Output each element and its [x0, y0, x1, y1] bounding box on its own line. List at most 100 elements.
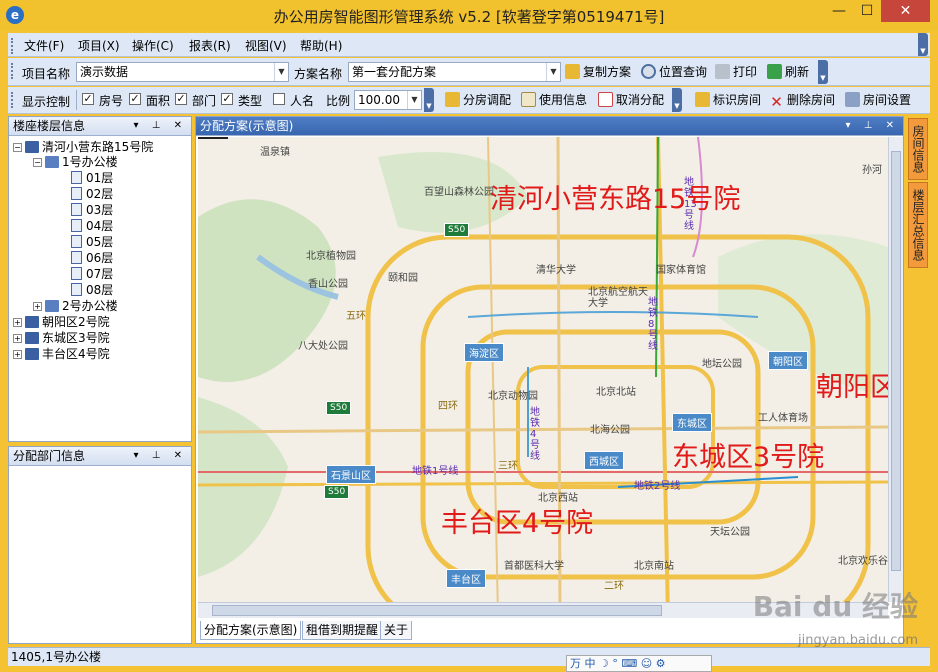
tree-label: 清河小营东路15号院	[42, 140, 154, 154]
room-number-checkbox[interactable]: ✓	[82, 93, 94, 105]
display-control-label: 显示控制	[22, 95, 71, 109]
tree-node-floor[interactable]: 02层	[71, 187, 113, 202]
tree-node-floor[interactable]: 03层	[71, 203, 113, 218]
building-icon	[45, 300, 59, 312]
tree-node-building1[interactable]: −1号办公楼	[33, 155, 118, 170]
tab-room-info[interactable]: 房间信息	[908, 118, 928, 180]
menu-report[interactable]: 报表(R)	[189, 37, 231, 54]
building-icon	[25, 141, 39, 153]
minimize-button[interactable]: —	[825, 0, 853, 22]
panel-controls[interactable]: ▾ ⊥ ✕	[134, 117, 187, 135]
person-name-checkbox[interactable]	[273, 93, 285, 105]
scale-select[interactable]: 100.00 ▼	[354, 90, 422, 110]
panel-controls[interactable]: ▾ ⊥ ✕	[134, 447, 187, 465]
ime-toolbar[interactable]: 万 中 ☽ ° ⌨ ☺ ⚙	[566, 655, 712, 672]
tree-node-root[interactable]: − 清河小营东路15号院	[13, 140, 153, 155]
room-settings-button[interactable]: 房间设置	[845, 89, 911, 111]
chevron-down-icon[interactable]: ▼	[274, 63, 288, 81]
copy-plan-button[interactable]: 复制方案	[565, 61, 631, 83]
delete-room-button[interactable]: ✕ 删除房间	[769, 89, 835, 111]
mark-room-button[interactable]: 标识房间	[695, 89, 761, 111]
chevron-down-icon[interactable]: ▼	[546, 63, 560, 81]
panel-header: 分配部门信息 ▾ ⊥ ✕	[9, 447, 191, 466]
usage-info-button[interactable]: 使用信息	[521, 89, 587, 111]
tree-node-floor[interactable]: 08层	[71, 283, 113, 298]
menu-file[interactable]: 文件(F)	[24, 37, 64, 54]
tab-allocation-map[interactable]: 分配方案(示意图)	[200, 621, 302, 640]
department-checkbox[interactable]: ✓	[175, 93, 187, 105]
refresh-button[interactable]: 刷新	[767, 61, 809, 83]
locate-label: 位置查询	[659, 65, 708, 79]
highway-shield: S50	[326, 401, 352, 415]
plan-name-select[interactable]: 第一套分配方案 ▼	[348, 62, 561, 82]
tree-node-floor[interactable]: 07层	[71, 267, 113, 282]
vertical-scroll-thumb[interactable]	[891, 151, 901, 571]
project-toolbar: 项目名称 演示数据 ▼ 方案名称 第一套分配方案 ▼ 复制方案 位置查询 打印 …	[8, 58, 930, 86]
tree-node-building2[interactable]: +2号办公楼	[33, 299, 118, 314]
floor-icon	[71, 219, 82, 232]
toolbar-overflow-button[interactable]: ▼	[424, 88, 434, 112]
floor-icon	[71, 283, 82, 296]
assign-room-button[interactable]: 分房调配	[445, 89, 511, 111]
tree-node-floor[interactable]: 01层	[71, 171, 113, 186]
area-checkbox[interactable]: ✓	[129, 93, 141, 105]
project-name-select[interactable]: 演示数据 ▼	[76, 62, 289, 82]
tree-node-site[interactable]: + 丰台区4号院	[13, 347, 110, 362]
vertical-scrollbar[interactable]	[888, 137, 903, 602]
place-label: 香山公园	[308, 279, 348, 290]
tree-node-floor[interactable]: 04层	[71, 219, 113, 234]
place-label: 国家体育馆	[656, 265, 706, 276]
print-button[interactable]: 打印	[715, 61, 757, 83]
project-name-label: 项目名称	[22, 67, 71, 81]
district-badge: 西城区	[584, 451, 624, 470]
cancel-assign-button[interactable]: 取消分配	[598, 89, 664, 111]
toolbar-grip[interactable]	[11, 92, 14, 108]
tab-floor-summary[interactable]: 楼层汇总信息	[908, 182, 928, 268]
chevron-down-icon[interactable]: ▼	[407, 91, 421, 109]
menu-view[interactable]: 视图(V)	[245, 37, 287, 54]
settings-icon	[845, 92, 860, 107]
floor-icon	[71, 171, 82, 184]
toolbar-overflow-button[interactable]: ▼	[672, 88, 682, 112]
horizontal-scroll-thumb[interactable]	[212, 605, 662, 616]
type-checkbox[interactable]: ✓	[221, 93, 233, 105]
site-label-chaoyang: 朝阳区	[816, 372, 888, 403]
scale-value: 100.00	[358, 93, 400, 107]
menu-grip[interactable]	[11, 38, 14, 54]
tree-node-site[interactable]: + 东城区3号院	[13, 331, 110, 346]
maximize-button[interactable]: ☐	[853, 0, 881, 22]
locate-button[interactable]: 位置查询	[641, 61, 707, 83]
subway-label: 地铁4号线	[530, 407, 540, 462]
tree-label: 08层	[86, 283, 114, 297]
tree-node-site[interactable]: + 朝阳区2号院	[13, 315, 110, 330]
refresh-icon	[767, 64, 782, 79]
ring-road-label: 三环	[498, 461, 518, 472]
tab-about[interactable]: 关于	[380, 621, 413, 640]
plan-name-value: 第一套分配方案	[352, 65, 437, 79]
place-label: 北京航空航天大学	[588, 287, 648, 309]
toolbar-grip[interactable]	[11, 63, 14, 79]
menu-project[interactable]: 项目(X)	[78, 37, 120, 54]
tree-node-floor[interactable]: 06层	[71, 251, 113, 266]
mark-room-label: 标识房间	[713, 93, 762, 107]
place-label: 百望山森林公园	[424, 187, 494, 198]
tree-label: 1号办公楼	[62, 155, 118, 169]
tab-lease-reminder[interactable]: 租借到期提醒	[302, 621, 383, 640]
place-label: 孙河	[862, 165, 882, 176]
map-canvas[interactable]: 温泉镇 百望山森林公园 北京植物园 颐和园 香山公园 八大处公园 清华大学 国家…	[198, 137, 888, 617]
menu-operate[interactable]: 操作(C)	[132, 37, 174, 54]
baidu-watermark: Bai du 经验 jingyan.baidu.com	[718, 585, 918, 665]
close-button[interactable]: ✕	[881, 0, 930, 22]
place-label: 北京北站	[596, 387, 636, 398]
project-name-value: 演示数据	[80, 65, 129, 79]
panel-title: 分配部门信息	[13, 449, 86, 463]
menu-overflow-button[interactable]: ▼	[918, 33, 928, 56]
panel-controls[interactable]: ▾ ⊥ ✕	[846, 117, 899, 135]
menu-help[interactable]: 帮助(H)	[300, 37, 342, 54]
place-label: 北京南站	[634, 561, 674, 572]
district-badge: 丰台区	[446, 569, 486, 588]
district-badge: 朝阳区	[768, 351, 808, 370]
toolbar-overflow-button[interactable]: ▼	[818, 60, 828, 84]
tree-node-floor[interactable]: 05层	[71, 235, 113, 250]
room-number-label: 房号	[99, 94, 124, 108]
